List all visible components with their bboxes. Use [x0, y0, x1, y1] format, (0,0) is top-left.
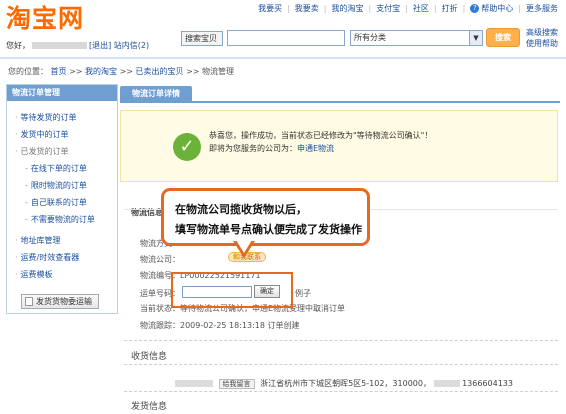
check-icon: ✓ [173, 133, 201, 161]
document-icon [25, 297, 33, 306]
chevron-down-icon: ▼ [469, 31, 482, 45]
company-link[interactable]: 申通E物流 [297, 144, 334, 153]
sidebar-item-no-logistics-orders[interactable]: - 不需要物流的订单 [25, 214, 95, 225]
nav-community[interactable]: 社区 [413, 3, 429, 14]
breadcrumb-current: 物流管理 [202, 67, 235, 76]
section-divider [124, 364, 558, 365]
success-message-box: ✓ 恭喜您，操作成功，当前状态已经修改为"等待物流公司确认"！ 即将为您服务的公… [120, 110, 558, 182]
advanced-search-link[interactable]: 高级搜索 [526, 27, 558, 38]
breadcrumb-sold-items[interactable]: 已卖出的宝贝 [136, 67, 184, 76]
callout-line-1: 在物流公司揽收货物以后， [175, 203, 307, 216]
success-text: 恭喜您，操作成功，当前状态已经修改为"等待物流公司确认"！ 即将为您服务的公司为… [209, 129, 432, 155]
breadcrumb-prefix: 您的位置： [8, 67, 48, 76]
ship-goods-button[interactable]: 发货货物委运输 [21, 294, 99, 309]
nav-help-center[interactable]: 帮助中心 [481, 3, 513, 14]
breadcrumb-sep: >> [186, 67, 200, 76]
breadcrumb-my-taobao[interactable]: 我的淘宝 [85, 67, 117, 76]
receiver-info-redacted [433, 380, 460, 387]
callout-tail-inner [236, 240, 252, 253]
header-divider [0, 57, 566, 59]
shipping-section-title: 发货信息 [131, 402, 168, 412]
breadcrumb-sep: >> [119, 67, 133, 76]
section-divider [124, 340, 558, 341]
sidebar: 物流订单管理 · 等待发货的订单 · 发货中的订单 · 已发货的订单 - 在线下单的订单… [6, 84, 118, 314]
tracking-highlight-box [171, 272, 293, 308]
sidebar-title: 物流订单管理 [7, 85, 117, 101]
top-nav: 我要买 | 我要卖 | 我的淘宝 | 支付宝 | 社区 | 打折 | ? 帮助中心 | 更多服务 [258, 3, 558, 14]
sidebar-item-timed-orders[interactable]: - 限时物流的订单 [25, 180, 87, 191]
nav-sell[interactable]: 我要卖 [295, 3, 319, 14]
success-line-2: 即将为您服务的公司为：申通E物流 [209, 144, 335, 153]
success-line-1: 恭喜您，操作成功，当前状态已经修改为"等待物流公司确认"！ [209, 131, 433, 140]
sidebar-item-address-book[interactable]: · 地址库管理 [15, 235, 61, 246]
nav-discount[interactable]: 打折 [442, 3, 458, 14]
sidebar-item-self-contact-orders[interactable]: - 自己联系的订单 [25, 197, 87, 208]
logistics-tracking: 物流跟踪：2009-02-25 18:13:18 订单创建 [140, 321, 300, 330]
search-category-select[interactable]: 搜索宝贝 [181, 31, 223, 46]
sidebar-item-pending-shipment[interactable]: · 等待发货的订单 [15, 112, 77, 123]
receiver-phone: 1366604133 [462, 379, 513, 388]
logout-link[interactable]: [退出] [89, 41, 111, 50]
receiver-name-redacted [175, 380, 213, 387]
section-divider [124, 391, 558, 392]
logistics-company-label: 物流公司： [140, 255, 180, 264]
search-button[interactable]: 搜索 [486, 28, 520, 47]
breadcrumb-home[interactable]: 首页 [51, 67, 67, 76]
help-icon: ? [470, 4, 480, 13]
sidebar-item-shipping[interactable]: · 发货中的订单 [15, 129, 69, 140]
nav-buy[interactable]: 我要买 [258, 3, 282, 14]
breadcrumb: 您的位置： 首页 >> 我的淘宝 >> 已卖出的宝贝 >> 物流管理 [8, 66, 234, 77]
receiver-address: 给我留言 浙江省杭州市下城区朝晖5区5-102，310000， 13666041… [175, 378, 513, 389]
sidebar-item-freight-viewer[interactable]: · 运费/时效查看器 [15, 252, 79, 263]
category-select-label: 所有分类 [354, 33, 386, 42]
receiver-section-title: 收货信息 [131, 352, 168, 362]
tab-underline [120, 101, 560, 103]
callout-line-2: 填写物流单号点确认便完成了发货操作 [175, 223, 362, 236]
advanced-search: 高级搜索 使用帮助 [526, 27, 558, 49]
sidebar-item-shipped[interactable]: · 已发货的订单 [15, 146, 69, 157]
category-select[interactable]: 所有分类 ▼ [350, 30, 483, 46]
greeting-prefix: 您好， [6, 41, 30, 50]
nav-my-taobao[interactable]: 我的淘宝 [331, 3, 363, 14]
taobao-logo[interactable]: 淘宝网 [6, 4, 84, 34]
breadcrumb-sep: >> [69, 67, 83, 76]
example-link[interactable]: 例子 [295, 288, 311, 299]
tab-logistics-order-detail[interactable]: 物流订单详情 [120, 86, 192, 102]
sidebar-item-online-orders[interactable]: - 在线下单的订单 [25, 163, 87, 174]
sidebar-item-freight-template[interactable]: · 运费模板 [15, 269, 53, 280]
leave-message-button[interactable]: 给我留言 [218, 378, 255, 389]
nav-alipay[interactable]: 支付宝 [376, 3, 400, 14]
search-input[interactable] [227, 30, 345, 46]
usage-help-link[interactable]: 使用帮助 [526, 38, 558, 49]
nav-more-services[interactable]: 更多服务 [526, 3, 558, 14]
greeting: 您好， [退出] 站内信(2) [6, 40, 149, 51]
messages-link[interactable]: 站内信(2) [114, 41, 149, 50]
instruction-callout: 在物流公司揽收货物以后， 填写物流单号点确认便完成了发货操作 [161, 188, 370, 246]
username-redacted [32, 42, 87, 49]
cancel-order-link[interactable]: 取消订单 [313, 303, 345, 314]
